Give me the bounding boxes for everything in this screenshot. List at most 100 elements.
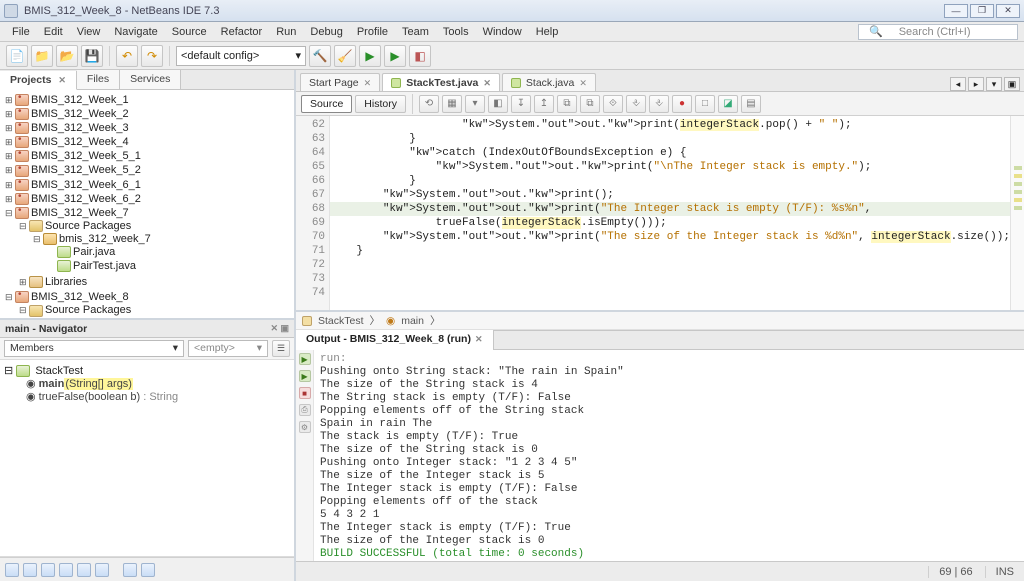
editor-tool-button[interactable]: □ [695,95,715,113]
close-icon[interactable]: ✕ [364,75,372,91]
settings-icon[interactable]: ⚙ [299,421,311,433]
tab-projects[interactable]: Projects ✕ [0,71,77,90]
editor-tool-button[interactable]: ◧ [488,95,508,113]
close-icon[interactable]: ✕ [58,75,66,85]
editor-tool-button[interactable]: ⟲ [419,95,439,113]
scroll-left-button[interactable]: ◂ [950,77,966,91]
editor-tool-button[interactable]: ▤ [741,95,761,113]
project-node[interactable]: BMIS_312_Week_7 [31,207,129,219]
code-editor[interactable]: 62 63 64 65 66 67 68 69 70 71 72 73 74 "… [296,116,1024,312]
editor-breadcrumb[interactable]: StackTest 〉 ◉ main 〉 [296,312,1024,330]
debug-button[interactable]: ▶ [384,45,406,67]
project-node[interactable]: BMIS_312_Week_1 [31,94,129,106]
menu-edit[interactable]: Edit [38,24,69,40]
libraries-node[interactable]: Libraries [45,276,87,288]
editor-tool-button[interactable]: ⎀ [626,95,646,113]
menu-source[interactable]: Source [166,24,213,40]
java-file-node[interactable]: PairTest.java [73,260,136,272]
config-selector[interactable]: <default config> ▾ [176,46,306,66]
menu-tools[interactable]: Tools [437,24,475,40]
class-node[interactable]: StackTest [35,365,83,377]
java-file-node[interactable]: Pair.java [73,246,115,258]
editor-tool-button[interactable]: ⧉ [557,95,577,113]
clean-build-button[interactable]: 🧹 [334,45,356,67]
editor-tool-button[interactable]: ● [672,95,692,113]
menu-navigate[interactable]: Navigate [108,24,163,40]
filter-icon[interactable] [95,563,109,577]
editor-tool-button[interactable]: ↥ [534,95,554,113]
method-node[interactable]: main [39,378,65,390]
project-node[interactable]: BMIS_312_Week_5_2 [31,164,141,176]
close-icon[interactable]: ✕ ▣ [270,323,289,334]
editor-tool-button[interactable]: ↧ [511,95,531,113]
menu-debug[interactable]: Debug [304,24,348,40]
menu-window[interactable]: Window [477,24,528,40]
project-node[interactable]: BMIS_312_Week_6_1 [31,179,141,191]
quick-search-input[interactable]: 🔍 Search (Ctrl+I) [858,24,1018,40]
rerun-icon[interactable]: ▶ [299,370,311,382]
editor-tool-button[interactable]: ▾ [465,95,485,113]
scroll-right-button[interactable]: ▸ [968,77,984,91]
project-node[interactable]: BMIS_312_Week_4 [31,136,129,148]
menu-refactor[interactable]: Refactor [215,24,269,40]
window-maximize-button[interactable]: ❐ [970,4,994,18]
editor-tool-button[interactable]: ⎀ [649,95,669,113]
new-file-button[interactable]: 📄 [6,45,28,67]
filter-icon[interactable] [5,563,19,577]
filter-icon[interactable] [23,563,37,577]
build-button[interactable]: 🔨 [309,45,331,67]
save-all-button[interactable]: 💾 [81,45,103,67]
source-view-button[interactable]: Source [301,95,352,113]
menu-team[interactable]: Team [396,24,435,40]
sort-icon[interactable] [141,563,155,577]
tab-stacktest[interactable]: StackTest.java✕ [382,73,500,91]
menu-view[interactable]: View [71,24,107,40]
editor-tool-button[interactable]: ▦ [442,95,462,113]
menu-run[interactable]: Run [270,24,302,40]
save-output-icon[interactable]: ⎙ [299,404,311,416]
project-node[interactable]: BMIS_312_Week_2 [31,108,129,120]
output-text[interactable]: run:Pushing onto String stack: "The rain… [314,350,1024,561]
method-node[interactable]: trueFalse(boolean b) [39,391,141,403]
close-icon[interactable]: ✕ [579,75,587,91]
error-stripe[interactable] [1010,116,1024,310]
project-node[interactable]: BMIS_312_Week_8 [31,291,129,303]
rerun-icon[interactable]: ▶ [299,353,311,365]
window-minimize-button[interactable]: — [944,4,968,18]
redo-button[interactable]: ↷ [141,45,163,67]
history-view-button[interactable]: History [355,95,406,113]
navigator-filter-selector[interactable]: <empty>▾ [188,340,268,357]
editor-tool-button[interactable]: ⧉ [580,95,600,113]
menu-help[interactable]: Help [530,24,565,40]
new-project-button[interactable]: 📁 [31,45,53,67]
filter-icon[interactable] [77,563,91,577]
package-node[interactable]: bmis_312_week_7 [59,233,151,245]
source-packages-node[interactable]: Source Packages [45,304,131,316]
stop-icon[interactable]: ■ [299,387,311,399]
editor-tool-button[interactable]: ◪ [718,95,738,113]
tab-stack[interactable]: Stack.java✕ [502,73,596,91]
navigator-options-button[interactable]: ☰ [272,340,290,357]
navigator-view-selector[interactable]: Members▾ [4,340,184,357]
filter-icon[interactable] [41,563,55,577]
projects-tree[interactable]: ⊞BMIS_312_Week_1 ⊞BMIS_312_Week_2 ⊞BMIS_… [0,90,294,320]
output-tab[interactable]: Output - BMIS_312_Week_8 (run)✕ [296,330,493,350]
tab-services[interactable]: Services [120,70,181,89]
menu-file[interactable]: File [6,24,36,40]
project-node[interactable]: BMIS_312_Week_6_2 [31,193,141,205]
run-button[interactable]: ▶ [359,45,381,67]
maximize-editor-button[interactable]: ▣ [1004,77,1020,91]
sort-icon[interactable] [123,563,137,577]
filter-icon[interactable] [59,563,73,577]
source-packages-node[interactable]: Source Packages [45,220,131,232]
tab-files[interactable]: Files [77,70,120,89]
profile-button[interactable]: ◧ [409,45,431,67]
project-node[interactable]: BMIS_312_Week_5_1 [31,150,141,162]
editor-tool-button[interactable]: ⟐ [603,95,623,113]
open-project-button[interactable]: 📂 [56,45,78,67]
tab-list-button[interactable]: ▾ [986,77,1002,91]
undo-button[interactable]: ↶ [116,45,138,67]
close-icon[interactable]: ✕ [483,75,491,91]
navigator-tree[interactable]: ⊟ StackTest ◉ main(String[] args) ◉ true… [0,360,294,557]
close-icon[interactable]: ✕ [475,334,483,344]
